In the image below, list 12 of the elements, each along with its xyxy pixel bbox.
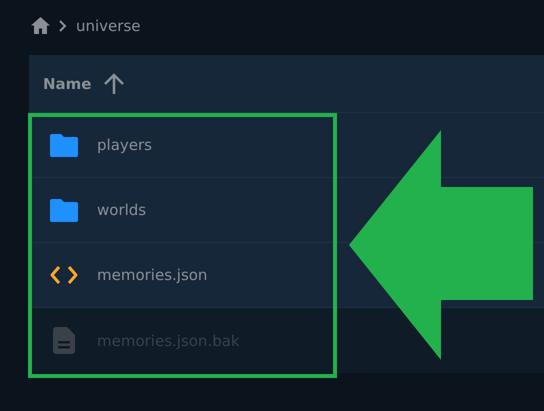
document-icon xyxy=(53,327,75,354)
breadcrumb-item[interactable]: universe xyxy=(76,16,140,34)
file-name[interactable]: memories.json xyxy=(97,266,208,284)
column-header[interactable]: Name xyxy=(43,74,92,92)
code-icon xyxy=(50,265,78,285)
home-icon[interactable] xyxy=(31,17,50,34)
folder-icon xyxy=(50,198,78,222)
chevron-icon xyxy=(58,20,68,32)
file-name[interactable]: worlds xyxy=(97,201,146,219)
sort-up-icon[interactable] xyxy=(103,72,126,94)
file-name[interactable]: players xyxy=(97,136,152,154)
folder-icon xyxy=(50,134,78,156)
